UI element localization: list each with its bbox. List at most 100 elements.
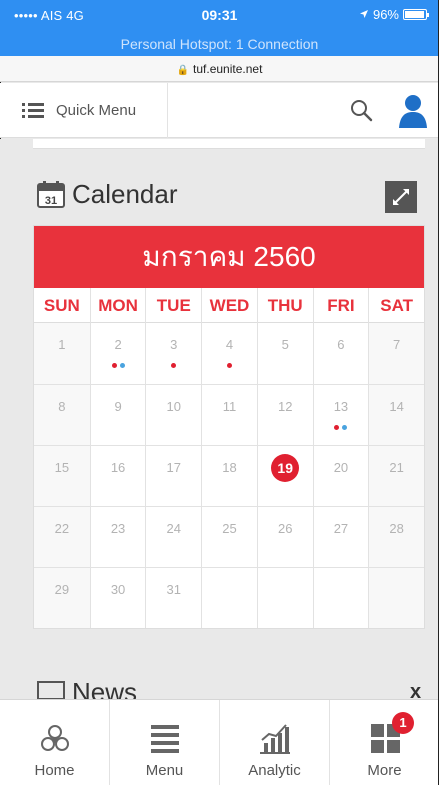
calendar-day-20[interactable]: 20 bbox=[312, 445, 369, 506]
day-number: 23 bbox=[110, 521, 126, 536]
calendar-day-empty bbox=[256, 567, 313, 628]
calendar-day-1[interactable]: 1 bbox=[34, 323, 90, 384]
menu-lines-icon bbox=[145, 722, 185, 756]
bottom-tab-bar: Home Menu Analytic 1 More bbox=[0, 699, 439, 785]
calendar-month-title: มกราคม 2560 bbox=[34, 226, 424, 288]
day-number: 16 bbox=[110, 460, 126, 475]
location-arrow-icon bbox=[359, 7, 369, 22]
tab-menu[interactable]: Menu bbox=[109, 700, 219, 785]
tab-label-more: More bbox=[367, 762, 402, 779]
tab-analytic[interactable]: Analytic bbox=[219, 700, 329, 785]
calendar-day-24[interactable]: 24 bbox=[145, 506, 202, 567]
day-number: 12 bbox=[277, 399, 293, 414]
list-menu-icon bbox=[22, 102, 44, 119]
hotspot-banner[interactable]: Personal Hotspot: 1 Connection bbox=[0, 36, 439, 52]
tab-more[interactable]: 1 More bbox=[329, 700, 439, 785]
event-dots bbox=[314, 425, 369, 430]
day-number: 5 bbox=[281, 337, 289, 352]
calendar-icon: 31 bbox=[37, 181, 65, 208]
calendar-day-21[interactable]: 21 bbox=[368, 445, 424, 506]
calendar-day-6[interactable]: 6 bbox=[312, 323, 369, 384]
day-number: 7 bbox=[393, 337, 401, 352]
calendar-day-30[interactable]: 30 bbox=[89, 567, 146, 628]
tab-home[interactable]: Home bbox=[0, 700, 109, 785]
event-dot bbox=[334, 425, 340, 430]
notification-badge: 1 bbox=[392, 712, 414, 734]
calendar-heading: 31 Calendar bbox=[36, 177, 178, 211]
calendar-title: Calendar bbox=[72, 178, 178, 209]
day-number: 9 bbox=[114, 399, 122, 414]
day-number: 25 bbox=[222, 521, 237, 536]
calendar-day-17[interactable]: 17 bbox=[145, 445, 202, 506]
calendar-day-18[interactable]: 18 bbox=[201, 445, 257, 506]
calendar-day-empty bbox=[201, 567, 257, 628]
day-number: 30 bbox=[110, 582, 126, 597]
calendar-day-empty bbox=[312, 567, 369, 628]
calendar-day-8[interactable]: 8 bbox=[34, 384, 90, 445]
calendar-day-15[interactable]: 15 bbox=[34, 445, 90, 506]
calendar-days-grid: 1 2 3 4 5 6 7 8 9 10 11 12 13 14 15 16 17 18 19 20 21 22 23 24 2… bbox=[34, 323, 424, 628]
quick-menu-button[interactable]: Quick Menu bbox=[0, 83, 168, 138]
day-number: 26 bbox=[277, 521, 293, 536]
calendar-day-29[interactable]: 29 bbox=[34, 567, 90, 628]
news-heading: News bbox=[36, 677, 137, 699]
calendar-day-7[interactable]: 7 bbox=[368, 323, 424, 384]
day-number: 4 bbox=[225, 337, 234, 352]
day-number: 17 bbox=[166, 460, 182, 475]
calendar-day-27[interactable]: 27 bbox=[312, 506, 369, 567]
calendar-day-11[interactable]: 11 bbox=[201, 384, 257, 445]
day-number: 8 bbox=[58, 399, 66, 414]
monitor-icon bbox=[37, 680, 65, 699]
day-number: 13 bbox=[333, 399, 349, 414]
day-number: 27 bbox=[333, 521, 349, 536]
calendar-day-28[interactable]: 28 bbox=[368, 506, 424, 567]
today-marker: 19 bbox=[271, 454, 300, 482]
calendar-day-13[interactable]: 13 bbox=[312, 384, 369, 445]
expand-calendar-button[interactable] bbox=[385, 181, 417, 213]
calendar-day-empty bbox=[368, 567, 424, 628]
day-number: 14 bbox=[389, 399, 404, 414]
previous-card-bottom bbox=[33, 139, 425, 149]
event-dots bbox=[202, 363, 257, 368]
news-close-button[interactable]: x bbox=[410, 681, 421, 699]
weekday-label: WED bbox=[201, 288, 257, 323]
url-text: tuf.eunite.net bbox=[193, 62, 263, 76]
calendar-day-14[interactable]: 14 bbox=[368, 384, 424, 445]
day-number: 11 bbox=[222, 399, 237, 414]
calendar-day-23[interactable]: 23 bbox=[89, 506, 146, 567]
home-triskelion-icon bbox=[35, 722, 75, 756]
calendar-day-2[interactable]: 2 bbox=[89, 323, 146, 384]
user-avatar-icon bbox=[399, 95, 427, 128]
search-button[interactable] bbox=[348, 97, 376, 125]
search-icon bbox=[351, 100, 373, 122]
calendar-day-22[interactable]: 22 bbox=[34, 506, 90, 567]
calendar-day-4[interactable]: 4 bbox=[201, 323, 257, 384]
day-number: 15 bbox=[54, 460, 70, 475]
calendar-day-9[interactable]: 9 bbox=[89, 384, 146, 445]
status-bar: ••••• AIS 4G 09:31 96% Personal Hotspot:… bbox=[0, 0, 439, 56]
analytics-chart-icon bbox=[255, 722, 295, 756]
weekday-header: SUN MON TUE WED THU FRI SAT bbox=[34, 288, 424, 323]
calendar-day-10[interactable]: 10 bbox=[145, 384, 202, 445]
calendar-day-19[interactable]: 19 bbox=[256, 445, 313, 506]
svg-text:31: 31 bbox=[45, 195, 57, 207]
day-number: 28 bbox=[389, 521, 404, 536]
calendar-day-16[interactable]: 16 bbox=[89, 445, 146, 506]
browser-url-bar[interactable]: 🔒 tuf.eunite.net bbox=[0, 56, 439, 82]
day-number: 22 bbox=[54, 521, 70, 536]
user-profile-button[interactable] bbox=[398, 93, 428, 129]
app-top-bar: Quick Menu bbox=[0, 83, 439, 138]
day-number: 10 bbox=[166, 399, 182, 414]
calendar-day-31[interactable]: 31 bbox=[145, 567, 202, 628]
battery-indicator: 96% bbox=[359, 7, 429, 22]
day-number: 3 bbox=[170, 337, 178, 352]
weekday-label: MON bbox=[89, 288, 146, 323]
calendar-day-26[interactable]: 26 bbox=[256, 506, 313, 567]
calendar-day-5[interactable]: 5 bbox=[256, 323, 313, 384]
calendar-day-25[interactable]: 25 bbox=[201, 506, 257, 567]
dashboard-content[interactable]: 31 Calendar มกราคม 2560 SUN MON TUE WED THU F… bbox=[0, 139, 439, 699]
tab-label-home: Home bbox=[34, 762, 75, 779]
tab-label-analytic: Analytic bbox=[248, 762, 301, 779]
calendar-day-3[interactable]: 3 bbox=[145, 323, 201, 384]
calendar-day-12[interactable]: 12 bbox=[256, 384, 313, 445]
